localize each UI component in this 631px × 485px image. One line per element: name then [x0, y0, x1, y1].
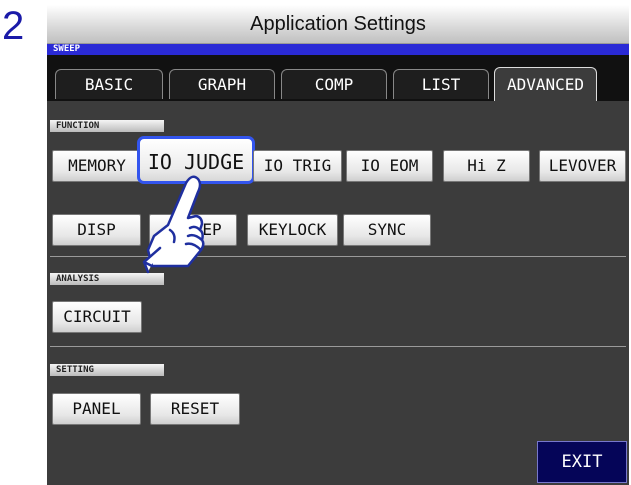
keylock-button[interactable]: KEYLOCK: [247, 214, 338, 246]
tab-bar: BASIC GRAPH COMP LIST ADVANCED: [47, 55, 629, 101]
divider: [50, 346, 626, 347]
io-trig-button[interactable]: IO TRIG: [253, 150, 342, 182]
settings-screen: SWEEP BASIC GRAPH COMP LIST ADVANCED FUN…: [47, 44, 629, 485]
mode-label: SWEEP: [47, 44, 629, 55]
tab-graph[interactable]: GRAPH: [169, 69, 275, 99]
reset-button[interactable]: RESET: [150, 393, 240, 425]
tab-list[interactable]: LIST: [393, 69, 489, 99]
tab-advanced[interactable]: ADVANCED: [494, 67, 597, 101]
io-eom-button[interactable]: IO EOM: [346, 150, 433, 182]
sync-button[interactable]: SYNC: [343, 214, 431, 246]
step-number: 2: [2, 4, 25, 48]
tab-basic[interactable]: BASIC: [55, 69, 163, 99]
levover-button[interactable]: LEVOVER: [539, 150, 626, 182]
hi-z-button[interactable]: Hi Z: [443, 150, 530, 182]
section-header-setting: SETTING: [50, 364, 164, 376]
hand-pointer-icon: [142, 175, 205, 274]
memory-button[interactable]: MEMORY: [52, 150, 142, 182]
divider: [50, 256, 626, 257]
disp-button[interactable]: DISP: [52, 214, 141, 246]
tab-comp[interactable]: COMP: [281, 69, 387, 99]
window-title: Application Settings: [47, 5, 629, 44]
section-header-function: FUNCTION: [50, 120, 164, 132]
exit-button[interactable]: EXIT: [537, 441, 627, 483]
circuit-button[interactable]: CIRCUIT: [52, 301, 142, 333]
panel-button[interactable]: PANEL: [52, 393, 141, 425]
